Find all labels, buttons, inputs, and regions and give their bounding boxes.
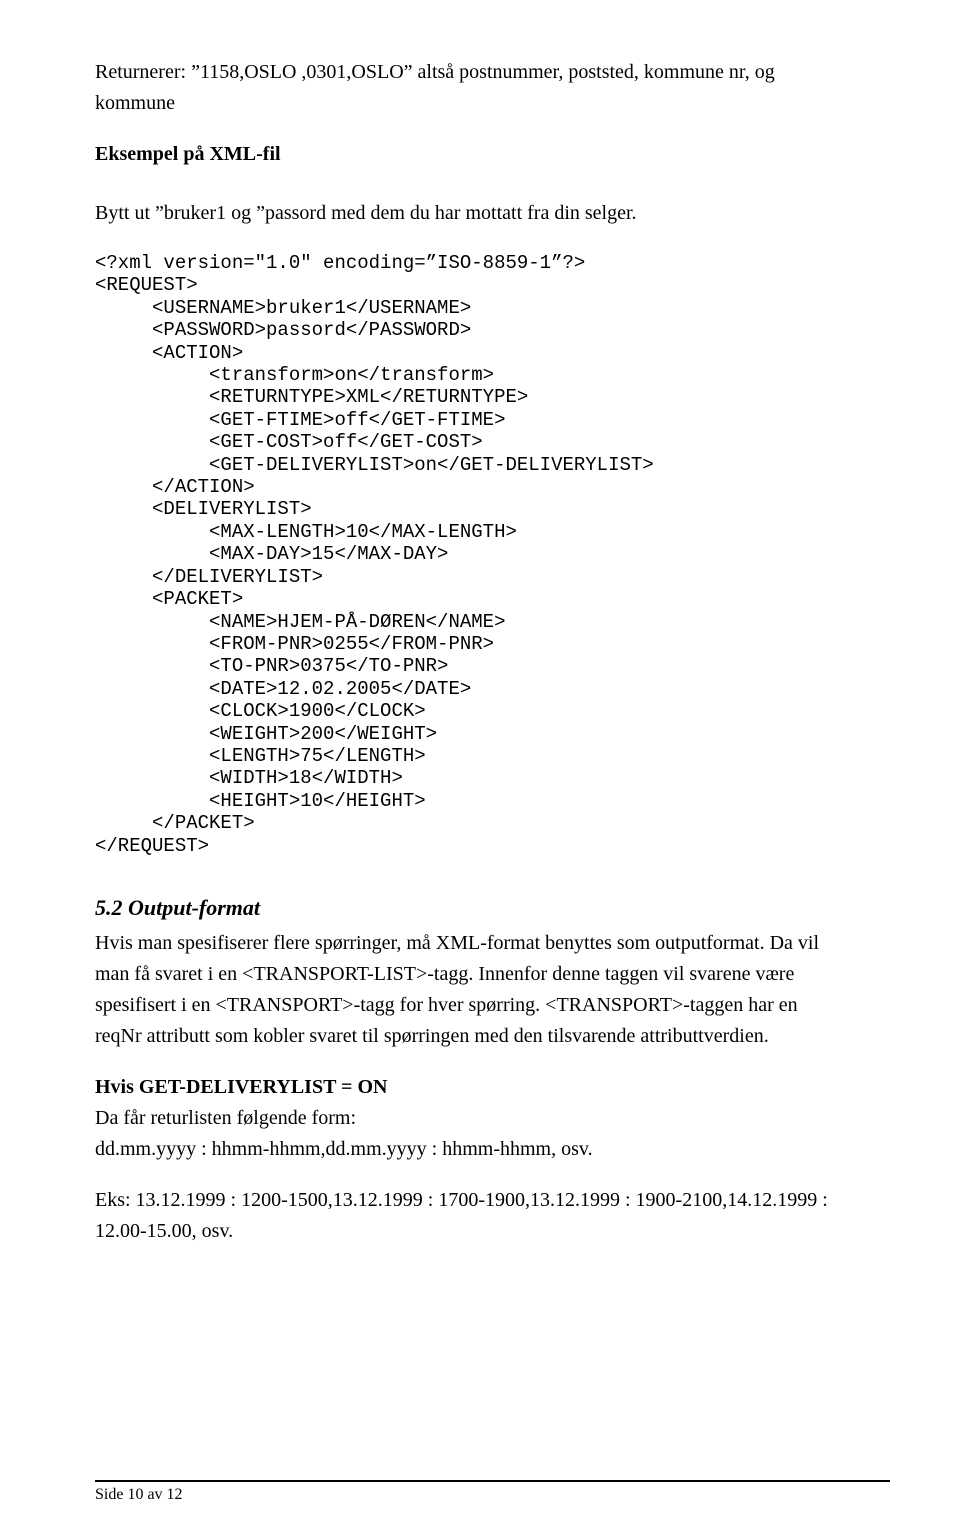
code-line: <GET-COST>off</GET-COST> — [95, 431, 483, 453]
output-para-line-4: reqNr attributt som kobler svaret til sp… — [95, 1024, 890, 1049]
code-line: <FROM-PNR>0255</FROM-PNR> — [95, 633, 494, 655]
get-deliverylist-heading: Hvis GET-DELIVERYLIST = ON — [95, 1075, 890, 1100]
output-para-line-2: man få svaret i en <TRANSPORT-LIST>-tagg… — [95, 962, 890, 987]
xml-code-block: <?xml version="1.0" encoding=”ISO-8859-1… — [95, 252, 890, 857]
code-line: <CLOCK>1900</CLOCK> — [95, 700, 426, 722]
page-footer: Side 10 av 12 — [95, 1480, 890, 1504]
code-line: </REQUEST> — [95, 835, 209, 857]
code-line: <GET-DELIVERYLIST>on</GET-DELIVERYLIST> — [95, 454, 654, 476]
code-line: <WIDTH>18</WIDTH> — [95, 767, 403, 789]
code-line: <HEIGHT>10</HEIGHT> — [95, 790, 426, 812]
code-line: <ACTION> — [95, 342, 243, 364]
intro-line-2: kommune — [95, 91, 890, 116]
code-line: <NAME>HJEM-PÅ-DØREN</NAME> — [95, 611, 505, 633]
eks-line-1: Eks: 13.12.1999 : 1200-1500,13.12.1999 :… — [95, 1188, 890, 1213]
code-line: <?xml version="1.0" encoding=”ISO-8859-1… — [95, 252, 585, 274]
code-line: <transform>on</transform> — [95, 364, 494, 386]
code-line: <PACKET> — [95, 588, 243, 610]
code-line: <DELIVERYLIST> — [95, 498, 312, 520]
code-line: <MAX-DAY>15</MAX-DAY> — [95, 543, 448, 565]
code-line: </DELIVERYLIST> — [95, 566, 323, 588]
footer-divider — [95, 1480, 890, 1482]
output-para-line-3: spesifisert i en <TRANSPORT>-tagg for hv… — [95, 993, 890, 1018]
code-line: <USERNAME>bruker1</USERNAME> — [95, 297, 471, 319]
instruction-line: Bytt ut ”bruker1 og ”passord med dem du … — [95, 201, 890, 226]
code-line: <DATE>12.02.2005</DATE> — [95, 678, 471, 700]
section-title-output: 5.2 Output-format — [95, 895, 890, 921]
heading-example: Eksempel på XML-fil — [95, 142, 890, 167]
code-line: <RETURNTYPE>XML</RETURNTYPE> — [95, 386, 528, 408]
intro-line-1: Returnerer: ”1158,OSLO ,0301,OSLO” altså… — [95, 60, 890, 85]
code-line: <GET-FTIME>off</GET-FTIME> — [95, 409, 505, 431]
output-para-line-1: Hvis man spesifiserer flere spørringer, … — [95, 931, 890, 956]
code-line: <REQUEST> — [95, 274, 198, 296]
get-deliverylist-line-2: dd.mm.yyyy : hhmm-hhmm,dd.mm.yyyy : hhmm… — [95, 1137, 890, 1162]
code-line: <TO-PNR>0375</TO-PNR> — [95, 655, 448, 677]
code-line: </PACKET> — [95, 812, 255, 834]
code-line: <MAX-LENGTH>10</MAX-LENGTH> — [95, 521, 517, 543]
get-deliverylist-line-1: Da får returlisten følgende form: — [95, 1106, 890, 1131]
code-line: <WEIGHT>200</WEIGHT> — [95, 723, 437, 745]
code-line: <PASSWORD>passord</PASSWORD> — [95, 319, 471, 341]
code-line: <LENGTH>75</LENGTH> — [95, 745, 426, 767]
code-line: </ACTION> — [95, 476, 255, 498]
page-number: Side 10 av 12 — [95, 1486, 183, 1503]
eks-line-2: 12.00-15.00, osv. — [95, 1219, 890, 1244]
